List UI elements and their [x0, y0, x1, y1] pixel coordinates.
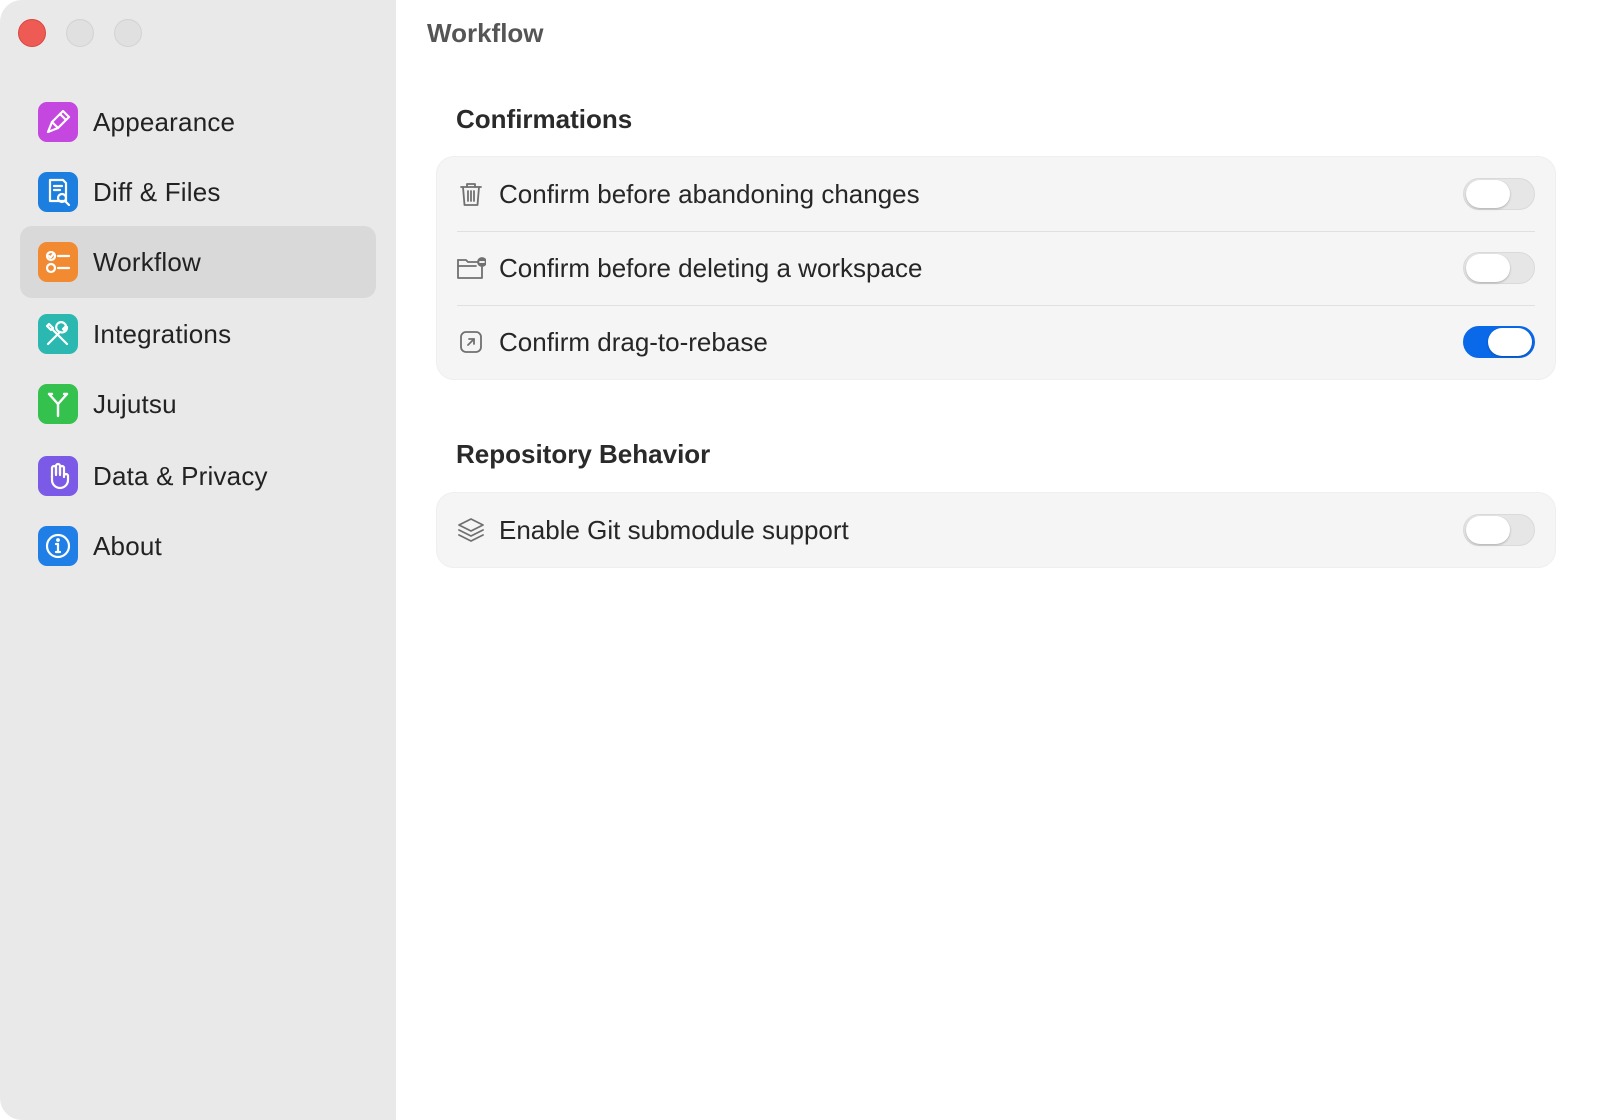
- sidebar-item-workflow[interactable]: Workflow: [20, 226, 376, 298]
- sidebar-item-integrations[interactable]: Integrations: [20, 298, 376, 370]
- sidebar: Appearance Diff & Files Workflow Integra…: [0, 0, 396, 1120]
- sidebar-item-label: Data & Privacy: [93, 460, 268, 491]
- settings-window: Appearance Diff & Files Workflow Integra…: [0, 0, 1600, 1120]
- folder-remove-icon: [455, 252, 487, 284]
- minimize-window-button[interactable]: [66, 19, 94, 47]
- section-title-repository-behavior: Repository Behavior: [456, 439, 711, 469]
- sidebar-item-label: About: [93, 530, 162, 561]
- sidebar-item-label: Workflow: [93, 246, 202, 277]
- git-submodule-toggle[interactable]: [1463, 514, 1535, 546]
- trash-icon: [455, 178, 487, 210]
- sidebar-item-data-privacy[interactable]: Data & Privacy: [20, 440, 376, 512]
- setting-label: Confirm before abandoning changes: [499, 178, 920, 209]
- confirm-drag-rebase-toggle[interactable]: [1463, 326, 1535, 358]
- document-search-icon: [38, 172, 78, 212]
- window-controls: [18, 19, 142, 47]
- checklist-icon: [38, 242, 78, 282]
- paintbrush-icon: [38, 102, 78, 142]
- hand-icon: [38, 456, 78, 496]
- confirmations-group: Confirm before abandoning changes Confir…: [436, 156, 1556, 380]
- confirm-delete-workspace-toggle[interactable]: [1463, 252, 1535, 284]
- confirm-abandon-toggle[interactable]: [1463, 178, 1535, 210]
- setting-label: Enable Git submodule support: [499, 514, 849, 545]
- setting-label: Confirm drag-to-rebase: [499, 326, 768, 357]
- setting-row-git-submodule: Enable Git submodule support: [437, 493, 1555, 567]
- sidebar-item-label: Integrations: [93, 318, 232, 349]
- section-title-confirmations: Confirmations: [456, 104, 633, 134]
- sidebar-item-appearance[interactable]: Appearance: [20, 86, 376, 158]
- setting-row-confirm-drag-rebase: Confirm drag-to-rebase: [437, 305, 1555, 379]
- sidebar-item-label: Jujutsu: [93, 388, 177, 419]
- branch-icon: [38, 384, 78, 424]
- sidebar-item-jujutsu[interactable]: Jujutsu: [20, 368, 376, 440]
- setting-row-confirm-delete-workspace: Confirm before deleting a workspace: [437, 231, 1555, 305]
- layers-icon: [455, 514, 487, 546]
- close-window-button[interactable]: [18, 19, 46, 47]
- repository-behavior-group: Enable Git submodule support: [436, 492, 1556, 568]
- page-title: Workflow: [427, 18, 544, 48]
- zoom-window-button[interactable]: [114, 19, 142, 47]
- sidebar-item-about[interactable]: About: [20, 510, 376, 582]
- setting-label: Confirm before deleting a workspace: [499, 252, 923, 283]
- content-pane: Workflow Confirmations Confirm before ab…: [396, 0, 1600, 1120]
- info-icon: [38, 526, 78, 566]
- sidebar-item-label: Appearance: [93, 106, 236, 137]
- sidebar-item-label: Diff & Files: [93, 176, 221, 207]
- tools-icon: [38, 314, 78, 354]
- setting-row-confirm-abandon: Confirm before abandoning changes: [437, 157, 1555, 231]
- sidebar-item-diff-files[interactable]: Diff & Files: [20, 156, 376, 228]
- arrow-square-icon: [455, 326, 487, 358]
